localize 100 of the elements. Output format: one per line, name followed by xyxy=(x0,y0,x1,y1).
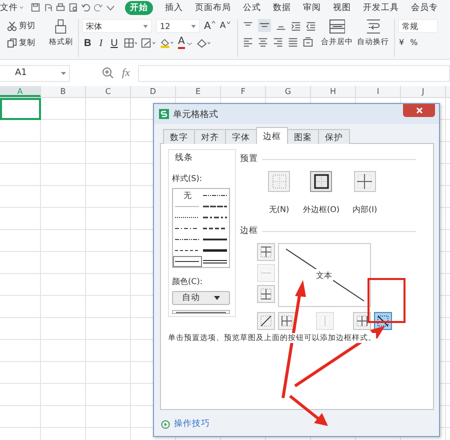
border-button[interactable] xyxy=(257,285,275,303)
section-label: 边框 xyxy=(240,225,258,237)
copy-button[interactable]: 复制 xyxy=(6,36,36,49)
export-icon[interactable] xyxy=(44,3,52,12)
redo-icon[interactable] xyxy=(94,3,102,12)
fill-color-icon[interactable] xyxy=(160,38,174,48)
line-preview xyxy=(172,310,230,314)
save-icon[interactable] xyxy=(31,3,40,12)
menu-tab[interactable]: 审阅 xyxy=(303,0,321,14)
border-button[interactable] xyxy=(257,243,275,261)
close-button[interactable] xyxy=(403,104,435,117)
color-dropdown[interactable]: 自动 xyxy=(172,291,230,305)
preset-label: 无(N) xyxy=(268,204,290,215)
border-button[interactable] xyxy=(257,312,275,330)
align-middle-icon[interactable] xyxy=(258,19,271,32)
number-format-field[interactable]: 常规 xyxy=(398,19,438,33)
currency-button[interactable]: ¥ xyxy=(398,37,406,48)
menu-tab[interactable]: 插入 xyxy=(165,0,183,14)
font-size-field[interactable]: 12 xyxy=(156,19,200,33)
bold-button[interactable]: B xyxy=(82,38,94,48)
border-button[interactable] xyxy=(353,312,371,330)
preset-label: 内部(I) xyxy=(352,204,378,215)
caret-icon xyxy=(61,72,66,74)
menu-tab[interactable]: 视图 xyxy=(333,0,351,14)
column-header[interactable]: G xyxy=(266,86,311,97)
column-header[interactable]: B xyxy=(41,86,86,97)
scissors-icon xyxy=(7,20,17,30)
tips-link[interactable]: 操作技巧 xyxy=(161,418,210,430)
menu-tab[interactable]: 会员专 xyxy=(411,0,438,14)
selected-cell[interactable] xyxy=(0,98,41,120)
dialog-tab[interactable]: 数字 xyxy=(163,129,195,144)
italic-button[interactable]: I xyxy=(97,38,105,48)
line-style-list[interactable]: 无 xyxy=(172,188,230,268)
caret-icon xyxy=(214,296,220,300)
column-header[interactable]: C xyxy=(86,86,131,97)
caret-icon xyxy=(186,42,192,44)
dialog-tab[interactable]: 保护 xyxy=(318,129,350,144)
dropdown-icon[interactable] xyxy=(106,3,115,12)
function-button[interactable]: fx xyxy=(122,67,130,79)
eraser-icon[interactable] xyxy=(196,38,211,48)
merge-cells-icon xyxy=(328,19,346,34)
indent-icon[interactable] xyxy=(291,20,301,30)
preset-button[interactable] xyxy=(310,171,332,192)
align-right-icon[interactable] xyxy=(273,37,283,47)
zoom-icon[interactable] xyxy=(102,67,114,79)
distributed-icon[interactable] xyxy=(303,37,313,47)
menu-tab[interactable]: 数据 xyxy=(273,0,291,14)
copy-icon xyxy=(7,38,17,48)
shrink-font-button[interactable]: A xyxy=(220,21,231,31)
line-style-option[interactable] xyxy=(202,246,228,255)
print-icon[interactable] xyxy=(56,3,65,12)
menu-tab[interactable]: 公式 xyxy=(243,0,261,14)
column-header[interactable]: E xyxy=(176,86,221,97)
wrap-text-icon xyxy=(364,19,382,34)
align-center-icon[interactable] xyxy=(258,37,268,47)
font-field[interactable]: 宋体 xyxy=(82,19,152,33)
dialog-tab[interactable]: 字体 xyxy=(225,129,257,144)
line-style-option[interactable] xyxy=(174,257,200,266)
menu-tab[interactable]: 文件 xyxy=(0,0,24,14)
border-button[interactable] xyxy=(278,312,296,330)
column-header[interactable]: H xyxy=(311,86,356,97)
percent-button[interactable]: % xyxy=(409,37,419,48)
play-icon xyxy=(161,420,170,428)
paintbrush-icon xyxy=(54,19,68,34)
outdent-icon[interactable] xyxy=(306,20,316,30)
font-color-button[interactable]: A xyxy=(178,37,192,49)
close-icon xyxy=(416,107,422,114)
column-header[interactable]: J xyxy=(401,86,446,97)
underline-button[interactable]: U xyxy=(108,38,120,48)
dialog-tab[interactable]: 图案 xyxy=(287,129,319,144)
cut-button[interactable]: 剪切 xyxy=(6,19,36,32)
column-header[interactable]: F xyxy=(221,86,266,97)
preset-label: 外边框(O) xyxy=(303,204,340,215)
highlight-box xyxy=(368,278,406,323)
caret-icon xyxy=(210,20,216,24)
dialog-tab[interactable]: 对齐 xyxy=(194,129,226,144)
menu-tab[interactable]: 页面布局 xyxy=(195,0,231,14)
line-sample-icon xyxy=(202,192,228,199)
formula-input[interactable] xyxy=(138,64,450,82)
column-header[interactable]: D xyxy=(131,86,176,97)
cell-style-icon[interactable] xyxy=(141,38,156,48)
grow-font-button[interactable]: A xyxy=(204,20,216,32)
caret-icon xyxy=(226,21,231,24)
app-icon xyxy=(159,109,169,119)
line-style-option[interactable]: 无 xyxy=(174,191,200,200)
dialog-title: 单元格格式 xyxy=(173,108,219,120)
caret-icon xyxy=(191,24,196,28)
column-header[interactable]: I xyxy=(356,86,401,97)
undo-icon[interactable] xyxy=(81,3,90,12)
preview-icon[interactable] xyxy=(68,3,78,12)
line-style-option[interactable] xyxy=(202,257,228,266)
border-preview[interactable]: 文本 xyxy=(278,243,371,307)
name-box[interactable]: A1 xyxy=(0,64,70,82)
dialog-tab[interactable]: 边框 xyxy=(256,127,288,144)
align-left-icon[interactable] xyxy=(243,37,253,47)
borders-icon[interactable] xyxy=(124,38,138,48)
menu-tab[interactable]: 开发工具 xyxy=(363,0,399,14)
field-label: 颜色(C): xyxy=(172,276,204,287)
caret-icon xyxy=(143,24,148,28)
justify-icon[interactable] xyxy=(288,37,298,47)
